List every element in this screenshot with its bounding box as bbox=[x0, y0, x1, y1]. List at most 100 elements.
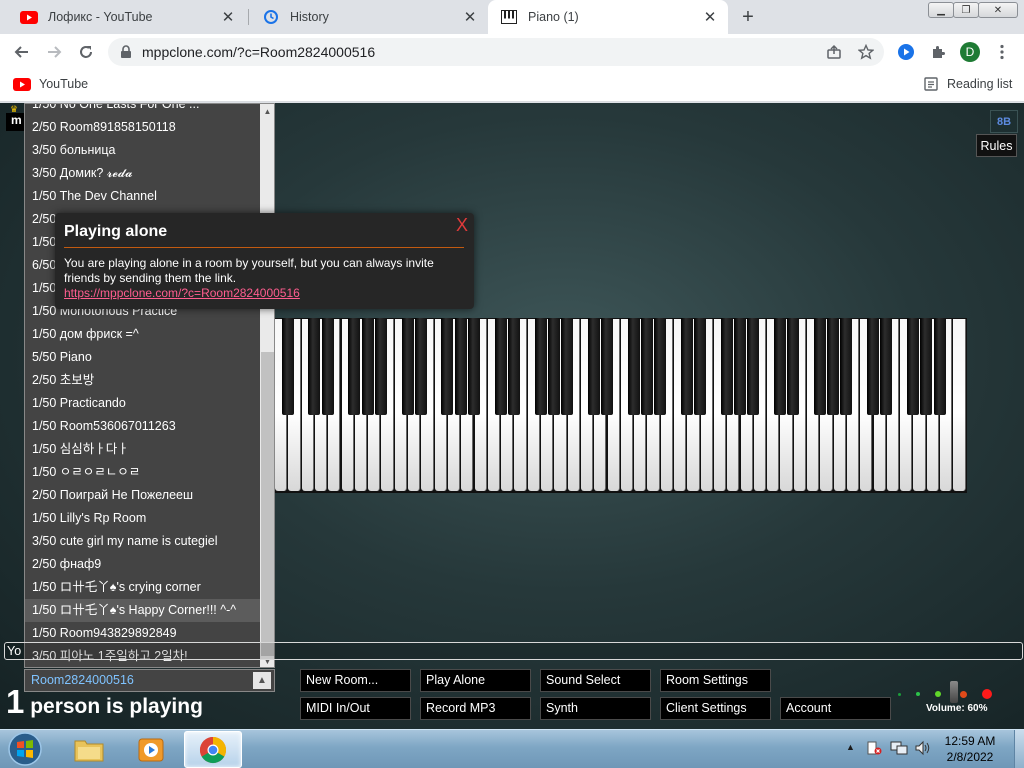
black-key[interactable] bbox=[601, 318, 613, 415]
room-list-item[interactable]: 2/50 Поиграй Не Пожелееш bbox=[25, 484, 260, 507]
black-key[interactable] bbox=[534, 318, 547, 415]
black-key[interactable] bbox=[587, 318, 600, 415]
menu-kebab-icon[interactable] bbox=[992, 42, 1012, 62]
black-key[interactable] bbox=[454, 318, 467, 415]
close-notification-button[interactable]: X bbox=[456, 215, 468, 236]
white-key[interactable] bbox=[953, 319, 966, 491]
black-key[interactable] bbox=[441, 318, 454, 415]
reload-button[interactable] bbox=[72, 38, 100, 66]
room-list-item[interactable]: 5/50 Piano bbox=[25, 346, 260, 369]
black-key[interactable] bbox=[547, 318, 560, 415]
black-key[interactable] bbox=[401, 318, 414, 415]
room-list-item[interactable]: 1/50 ロ卄乇丫♠'s crying corner bbox=[25, 576, 260, 599]
record-mp3-button[interactable]: Record MP3 bbox=[420, 697, 531, 720]
room-list-item[interactable]: 1/50 Lilly's Rp Room bbox=[25, 507, 260, 530]
room-list-item[interactable]: 1/50 The Dev Channel bbox=[25, 185, 260, 208]
user-badge[interactable]: 8B bbox=[990, 110, 1018, 133]
bookmark-youtube[interactable]: YouTube bbox=[13, 77, 88, 91]
share-icon[interactable] bbox=[824, 42, 844, 62]
room-settings-button[interactable]: Room Settings bbox=[660, 669, 771, 692]
sound-select-button[interactable]: Sound Select bbox=[540, 669, 651, 692]
action-center-icon[interactable] bbox=[866, 740, 882, 759]
system-clock[interactable]: 12:59 AM 2/8/2022 bbox=[930, 733, 1010, 765]
media-player-icon[interactable] bbox=[122, 731, 180, 768]
show-hidden-icons-icon[interactable]: ▲ bbox=[846, 742, 855, 752]
network-icon[interactable] bbox=[890, 740, 908, 759]
room-list-item[interactable]: 3/50 Домик? 𝓻𝓮𝓭𝓪 bbox=[25, 162, 260, 185]
black-key[interactable] bbox=[414, 318, 427, 415]
tab-youtube[interactable]: Лофикс - YouTube ✕ bbox=[8, 0, 246, 34]
piano-keyboard[interactable] bbox=[275, 318, 967, 493]
profile-avatar[interactable]: D bbox=[960, 42, 980, 62]
room-list-item[interactable]: 2/50 초보방 bbox=[25, 369, 260, 392]
room-list-item[interactable]: 1/50 дом фриск =^ bbox=[25, 323, 260, 346]
black-key[interactable] bbox=[933, 318, 946, 415]
room-list-item[interactable]: 1/50 ロ卄乇丫♠'s Happy Corner!!! ^-^ bbox=[25, 599, 261, 622]
room-list-item[interactable]: 1/50 ㅇㄹㅇㄹㄴㅇㄹ bbox=[25, 461, 260, 484]
black-key[interactable] bbox=[920, 318, 933, 415]
room-list-item[interactable]: 3/50 cute girl my name is cutegiel bbox=[25, 530, 260, 553]
room-list-item[interactable]: 2/50 фнаф9 bbox=[25, 553, 260, 576]
black-key[interactable] bbox=[867, 318, 879, 415]
room-list-item[interactable]: 1/50 Practicando bbox=[25, 392, 260, 415]
extension-media-icon[interactable] bbox=[896, 42, 916, 62]
midi-in-out-button[interactable]: MIDI In/Out bbox=[300, 697, 411, 720]
black-key[interactable] bbox=[773, 318, 786, 415]
black-key[interactable] bbox=[494, 318, 507, 415]
scroll-up-arrow-icon[interactable]: ▲ bbox=[260, 104, 274, 118]
maximize-button[interactable]: ❐ bbox=[953, 2, 979, 18]
close-window-button[interactable]: ✕ bbox=[978, 2, 1018, 18]
synth-button[interactable]: Synth bbox=[540, 697, 651, 720]
bookmark-star-icon[interactable] bbox=[856, 42, 876, 62]
room-list-item[interactable]: 3/50 больница bbox=[25, 139, 260, 162]
black-key[interactable] bbox=[787, 318, 800, 415]
black-key[interactable] bbox=[561, 318, 574, 415]
room-invite-link[interactable]: https://mppclone.com/?c=Room2824000516 bbox=[64, 286, 300, 300]
black-key[interactable] bbox=[308, 318, 321, 415]
extensions-puzzle-icon[interactable] bbox=[928, 42, 948, 62]
room-list-item[interactable]: 1/50 심심하ㅏ다ㅏ bbox=[25, 438, 260, 461]
black-key[interactable] bbox=[321, 318, 334, 415]
rules-button[interactable]: Rules bbox=[976, 134, 1017, 157]
chat-input[interactable]: Yo bbox=[4, 642, 1023, 660]
back-button[interactable] bbox=[8, 38, 36, 66]
start-button[interactable] bbox=[3, 730, 47, 768]
client-settings-button[interactable]: Client Settings bbox=[660, 697, 771, 720]
scrollbar-thumb[interactable] bbox=[261, 352, 274, 656]
new-tab-button[interactable]: + bbox=[736, 5, 760, 29]
account-button[interactable]: Account bbox=[780, 697, 891, 720]
black-key[interactable] bbox=[640, 318, 653, 415]
black-key[interactable] bbox=[627, 318, 640, 415]
room-list-scrollbar[interactable]: ▲ ▼ bbox=[260, 104, 274, 667]
black-key[interactable] bbox=[880, 318, 893, 415]
chrome-icon[interactable] bbox=[184, 731, 242, 768]
chevron-up-icon[interactable]: ▲ bbox=[253, 672, 271, 689]
black-key[interactable] bbox=[734, 318, 746, 415]
black-key[interactable] bbox=[680, 318, 693, 415]
room-list-item[interactable]: 1/50 No One Lasts For One ... bbox=[25, 104, 260, 116]
room-list-item[interactable]: 2/50 Room891858150118 bbox=[25, 116, 260, 139]
black-key[interactable] bbox=[720, 318, 733, 415]
black-key[interactable] bbox=[827, 318, 840, 415]
black-key[interactable] bbox=[507, 318, 520, 415]
black-key[interactable] bbox=[468, 318, 480, 415]
close-tab-icon[interactable]: ✕ bbox=[460, 7, 480, 27]
room-list[interactable]: 1/50 No One Lasts For One ... 2/50 Room89… bbox=[24, 103, 275, 668]
reading-list-button[interactable]: Reading list bbox=[924, 77, 1012, 91]
black-key[interactable] bbox=[906, 318, 919, 415]
file-explorer-icon[interactable] bbox=[60, 731, 118, 768]
minimize-button[interactable]: ▁ bbox=[928, 2, 954, 18]
show-desktop-button[interactable] bbox=[1014, 730, 1024, 768]
tab-piano[interactable]: Piano (1) ✕ bbox=[488, 0, 728, 34]
black-key[interactable] bbox=[747, 318, 760, 415]
room-list-item[interactable]: 1/50 Room536067011263 bbox=[25, 415, 260, 438]
black-key[interactable] bbox=[348, 318, 361, 415]
play-alone-button[interactable]: Play Alone bbox=[420, 669, 531, 692]
tab-history[interactable]: History ✕ bbox=[250, 0, 488, 34]
close-tab-icon[interactable]: ✕ bbox=[218, 7, 238, 27]
address-bar[interactable]: mppclone.com/?c=Room2824000516 bbox=[108, 38, 884, 66]
black-key[interactable] bbox=[361, 318, 374, 415]
black-key[interactable] bbox=[654, 318, 667, 415]
new-room-button[interactable]: New Room... bbox=[300, 669, 411, 692]
volume-slider[interactable] bbox=[950, 681, 958, 703]
